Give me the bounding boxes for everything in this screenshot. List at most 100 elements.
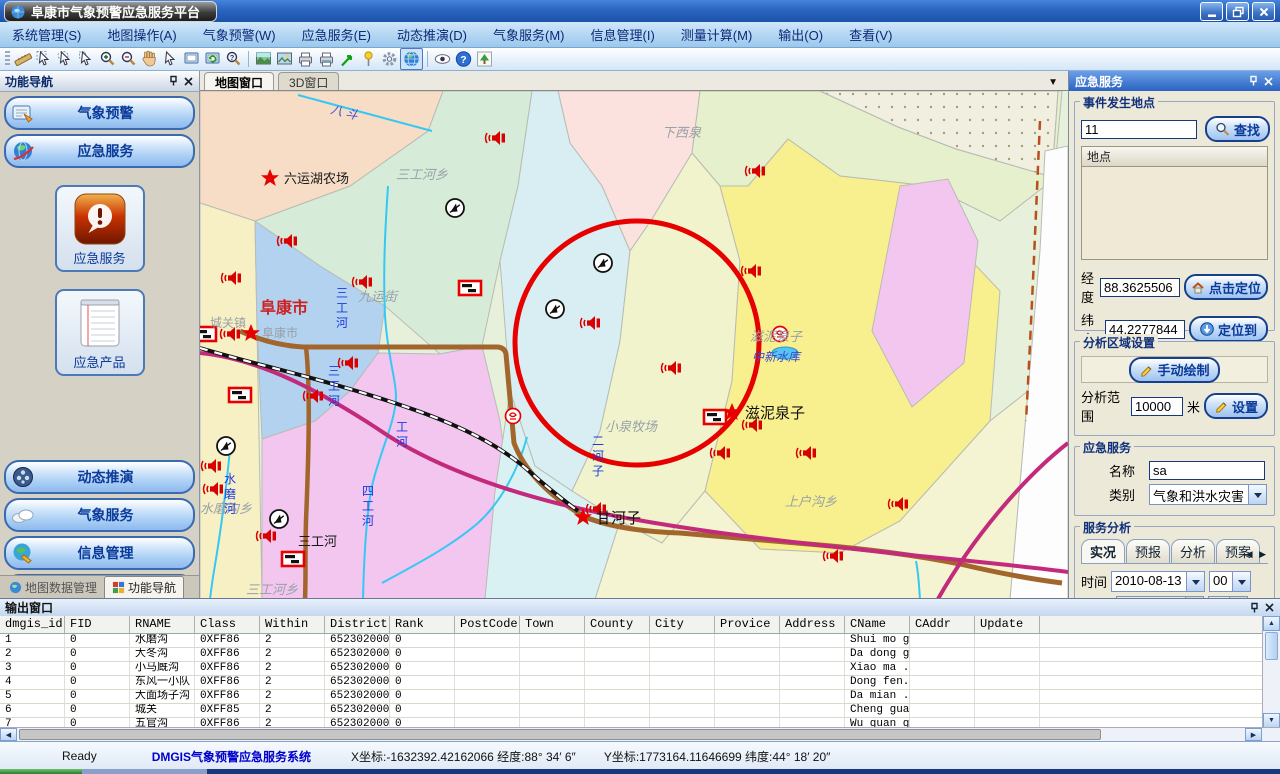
table-row[interactable]: 50大面场子沟0XFF8626523020000Da mian ... [0, 690, 1263, 704]
globe-active-icon[interactable] [400, 48, 423, 70]
help-icon[interactable]: ? [453, 49, 474, 69]
nav-group-cloud[interactable]: 气象服务 [4, 498, 195, 532]
column-header[interactable]: Update [975, 616, 1040, 633]
station-marker[interactable] [217, 437, 235, 455]
ruler-icon[interactable] [13, 49, 34, 69]
menu-S[interactable]: 系统管理(S) [12, 25, 81, 44]
pointer-icon[interactable] [160, 49, 181, 69]
close-button[interactable] [1252, 2, 1275, 21]
column-header[interactable]: District [325, 616, 390, 633]
analysis-range-input[interactable] [1131, 397, 1183, 416]
full-extent-icon[interactable] [181, 49, 202, 69]
map-tab[interactable]: 3D窗口 [278, 72, 339, 90]
close-icon[interactable] [183, 76, 194, 87]
printer-color-icon[interactable] [316, 49, 337, 69]
select-rect-icon[interactable] [34, 49, 55, 69]
column-header[interactable]: PostCode [455, 616, 520, 633]
station-marker[interactable] [446, 199, 464, 217]
column-header[interactable]: Address [780, 616, 845, 633]
menu-V[interactable]: 查看(V) [849, 25, 892, 44]
place-list[interactable] [1081, 166, 1268, 260]
scrollbar-thumb[interactable] [1265, 632, 1278, 660]
table-row[interactable]: 20大冬沟0XFF8626523020000Da dong gou [0, 648, 1263, 662]
pin-icon[interactable] [168, 75, 179, 87]
column-header[interactable]: CAddr [910, 616, 975, 633]
minimize-button[interactable] [1200, 2, 1223, 21]
nav-group-film[interactable]: 动态推演 [4, 460, 195, 494]
panel-tab-unselected[interactable]: 地图数据管理 [2, 577, 104, 598]
nav-group-weather-card[interactable]: 气象预警 [4, 96, 195, 130]
shortcut-notepad-big[interactable]: 应急产品 [55, 289, 145, 376]
analysis-tab-2[interactable]: 分析 [1171, 539, 1215, 563]
column-header[interactable]: Provice [715, 616, 780, 633]
gear-icon[interactable] [379, 49, 400, 69]
scroll-up-icon[interactable]: ▲ [1263, 616, 1280, 631]
menu-O[interactable]: 输出(O) [778, 25, 823, 44]
toolbar-grip[interactable] [5, 51, 10, 67]
table-row[interactable]: 10水磨沟0XFF8626523020000Shui mo gou [0, 634, 1263, 648]
menu-E[interactable]: 应急服务(E) [302, 25, 371, 44]
green-arrow-icon[interactable] [337, 49, 358, 69]
table-row[interactable]: 30小马厩沟0XFF8626523020000Xiao ma ... [0, 662, 1263, 676]
goto-location-button[interactable]: 定位到 [1189, 316, 1268, 342]
longitude-input[interactable] [1100, 278, 1180, 297]
zoom-query-icon[interactable]: ? [223, 49, 244, 69]
column-header[interactable]: Rank [390, 616, 455, 633]
column-header[interactable]: RNAME [130, 616, 195, 633]
scrollbar-thumb[interactable] [19, 729, 1101, 740]
menu-D[interactable]: 动态推演(D) [397, 25, 467, 44]
nav-group-globe-color[interactable]: 应急服务 [4, 134, 195, 168]
column-header[interactable]: Within [260, 616, 325, 633]
vertical-scrollbar[interactable]: ▲ ▼ [1262, 616, 1280, 728]
station-marker[interactable] [546, 300, 564, 318]
chevron-down-icon[interactable] [1232, 572, 1250, 591]
pin-marker-icon[interactable] [358, 49, 379, 69]
eye-icon[interactable] [432, 49, 453, 69]
column-header[interactable]: County [585, 616, 650, 633]
printer-icon[interactable] [295, 49, 316, 69]
site-flag-marker[interactable] [282, 552, 304, 566]
date-select[interactable]: 2010-08-13 [1111, 571, 1205, 592]
chevron-down-icon[interactable] [1248, 485, 1266, 504]
location-search-input[interactable] [1081, 120, 1197, 139]
station-marker[interactable] [594, 254, 612, 272]
refresh-icon[interactable] [202, 49, 223, 69]
search-button[interactable]: 查找 [1205, 116, 1270, 142]
site-flag-marker[interactable] [229, 388, 251, 402]
zoom-out-icon[interactable] [118, 49, 139, 69]
column-header[interactable]: Class [195, 616, 260, 633]
close-icon[interactable] [1263, 76, 1274, 87]
menu-I[interactable]: 信息管理(I) [591, 25, 655, 44]
route-shield-marker[interactable] [506, 409, 521, 424]
shortcut-alert-big[interactable]: 应急服务 [55, 185, 145, 272]
panel-tab-selected[interactable]: 功能导航 [104, 576, 184, 598]
export-image-icon[interactable] [274, 49, 295, 69]
tree-view-icon[interactable] [474, 49, 495, 69]
analysis-tab-1[interactable]: 预报 [1126, 539, 1170, 563]
map-canvas[interactable]: 六运湖农场三工河乡下西泉九运街阜康市城关镇阜康市滋泥泉子中新水库滋泥泉子小泉牧场… [200, 91, 1068, 599]
nav-group-info-globe[interactable]: 信息管理 [4, 536, 195, 570]
select-point-icon[interactable] [76, 49, 97, 69]
service-name-input[interactable] [1149, 461, 1265, 480]
chevron-down-icon[interactable]: ▼ [1048, 77, 1058, 88]
scroll-left-icon[interactable]: ◀ [0, 728, 17, 741]
site-flag-marker[interactable] [459, 281, 481, 295]
menu-A[interactable]: 地图操作(A) [107, 25, 176, 44]
tab-scroll-arrows[interactable]: ◀ ▶ [1246, 549, 1268, 560]
station-marker[interactable] [270, 510, 288, 528]
menu-M[interactable]: 测量计算(M) [681, 25, 753, 44]
set-range-button[interactable]: 设置 [1204, 393, 1268, 419]
pin-icon[interactable] [1249, 602, 1260, 614]
column-header[interactable]: CName [845, 616, 910, 633]
menu-M[interactable]: 气象服务(M) [493, 25, 565, 44]
table-row[interactable]: 40东风一小队0XFF8626523020000Dong fen... [0, 676, 1263, 690]
site-flag-marker[interactable] [704, 410, 726, 424]
column-header[interactable]: City [650, 616, 715, 633]
click-locate-button[interactable]: 点击定位 [1184, 274, 1268, 300]
column-header[interactable]: Town [520, 616, 585, 633]
analysis-tab-0[interactable]: 实况 [1081, 539, 1125, 563]
zoom-in-icon[interactable] [97, 49, 118, 69]
pin-icon[interactable] [1248, 75, 1259, 87]
pan-hand-icon[interactable] [139, 49, 160, 69]
service-type-select[interactable]: 气象和洪水灾害 [1149, 484, 1267, 505]
